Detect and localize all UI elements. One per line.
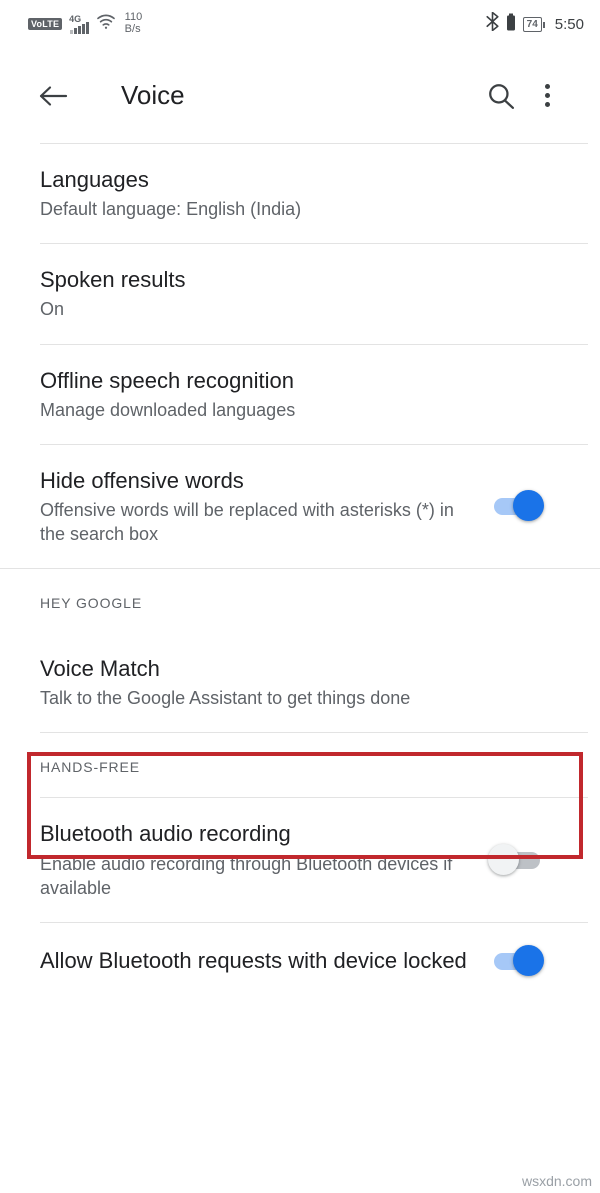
row-text: Allow Bluetooth requests with device loc… <box>40 947 470 975</box>
section-header-hands-free: HANDS-FREE <box>40 759 141 776</box>
data-rate-unit: B/s <box>124 23 141 35</box>
list-item-subtitle: Enable audio recording through Bluetooth… <box>40 853 453 898</box>
list-item-title: Spoken results <box>40 267 186 293</box>
list-item-subtitle: On <box>40 299 65 320</box>
list-item-voice-match[interactable]: Voice Match Talk to the Google Assistant… <box>0 633 600 732</box>
list-item-subtitle: Talk to the Google Assistant to get thin… <box>40 688 411 709</box>
list-item-title: Bluetooth audio recording <box>40 821 291 847</box>
overflow-menu-icon[interactable] <box>524 73 570 119</box>
data-rate-indicator: 110 B/s <box>125 12 143 35</box>
search-icon[interactable] <box>478 73 524 119</box>
list-item-offline-speech-recognition[interactable]: Offline speech recognition Manage downlo… <box>0 345 600 444</box>
list-item-bluetooth-audio-recording[interactable]: Bluetooth audio recording Enable audio r… <box>0 798 600 921</box>
hide-offensive-words-toggle[interactable] <box>488 490 544 522</box>
back-arrow-icon[interactable] <box>30 73 76 119</box>
list-item-title: Languages <box>40 167 149 192</box>
volte-icon: VoLTE <box>28 18 63 30</box>
list-item-allow-bluetooth-requests[interactable]: Allow Bluetooth requests with device loc… <box>0 923 600 999</box>
list-item-spoken-results[interactable]: Spoken results On <box>0 244 600 343</box>
row-text: Spoken results On <box>40 266 560 321</box>
toggle-thumb <box>488 844 519 876</box>
status-bar-right: 74 5:50 <box>486 11 584 36</box>
toggle-thumb <box>513 944 544 976</box>
app-bar: Voice <box>0 48 600 143</box>
toggle-thumb <box>513 490 544 522</box>
clock: 5:50 <box>554 15 584 33</box>
section-header-hey-google: HEY GOOGLE <box>40 595 143 612</box>
allow-bluetooth-requests-toggle[interactable] <box>488 944 544 977</box>
list-item-subtitle: Manage downloaded languages <box>40 399 296 420</box>
status-bar: VoLTE 4G 110 B/s 74 5:50 <box>0 0 600 48</box>
wifi-icon <box>96 14 116 35</box>
list-item-subtitle: Offensive words will be replaced with as… <box>40 499 454 545</box>
row-text: Languages Default language: English (Ind… <box>40 166 560 221</box>
row-text: Offline speech recognition Manage downlo… <box>40 367 560 422</box>
list-item-title: Hide offensive words <box>40 467 244 493</box>
row-text: Bluetooth audio recording Enable audio r… <box>40 820 470 899</box>
status-bar-left: VoLTE 4G 110 B/s <box>28 12 486 35</box>
battery-percent-badge: 74 <box>522 16 545 32</box>
list-item-title: Voice Match <box>40 656 160 682</box>
list-item-subtitle: Default language: English (India) <box>40 199 302 220</box>
settings-list: Languages Default language: English (Ind… <box>0 144 600 999</box>
page-title: Voice <box>121 80 185 110</box>
list-item-hide-offensive-words[interactable]: Hide offensive words Offensive words wil… <box>0 445 600 568</box>
bluetooth-audio-recording-toggle[interactable] <box>488 844 544 876</box>
signal-bars <box>70 22 89 34</box>
row-text: Hide offensive words Offensive words wil… <box>40 467 470 546</box>
bluetooth-icon <box>486 11 499 36</box>
row-text: Voice Match Talk to the Google Assistant… <box>40 655 560 710</box>
cellular-signal-icon: 4G <box>69 14 89 34</box>
battery-icon <box>506 13 516 36</box>
list-item-title: Offline speech recognition <box>40 367 294 393</box>
watermark: wsxdn.com <box>521 1173 592 1189</box>
list-item-languages[interactable]: Languages Default language: English (Ind… <box>0 144 600 243</box>
list-item-title: Allow Bluetooth requests with device loc… <box>40 947 467 973</box>
